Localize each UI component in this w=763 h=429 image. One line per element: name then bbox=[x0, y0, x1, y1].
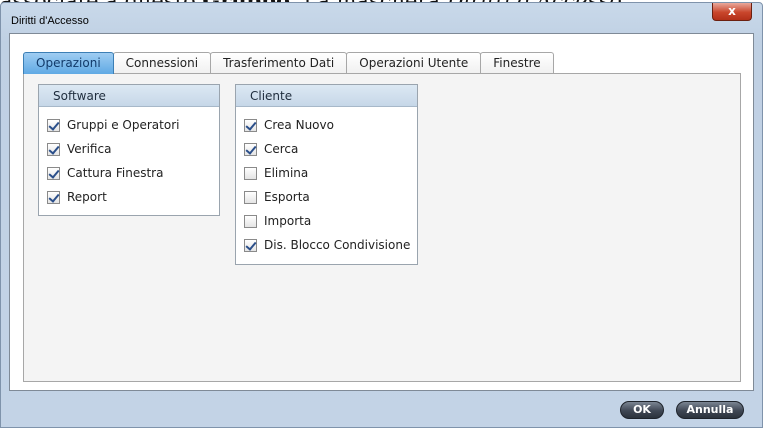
close-icon: x bbox=[728, 4, 736, 18]
checkbox-label: Crea Nuovo bbox=[264, 118, 334, 132]
tab-bar: Operazioni Connessioni Trasferimento Dat… bbox=[23, 52, 554, 74]
checkbox-unchecked-icon[interactable] bbox=[244, 166, 257, 180]
software-checklist: Gruppi e Operatori Verifica Cattura Fine… bbox=[39, 107, 219, 209]
checkbox-dis-blocco-condivisione[interactable]: Dis. Blocco Condivisione bbox=[244, 233, 417, 257]
tab-panel-operazioni: Software Gruppi e Operatori Verifica Cat… bbox=[23, 73, 741, 382]
checkbox-label: Dis. Blocco Condivisione bbox=[264, 238, 411, 252]
cliente-checklist: Crea Nuovo Cerca Elimina Esporta Importa… bbox=[236, 107, 417, 257]
checkbox-gruppi-e-operatori[interactable]: Gruppi e Operatori bbox=[47, 113, 219, 137]
checkbox-esporta[interactable]: Esporta bbox=[244, 185, 417, 209]
checkbox-label: Importa bbox=[264, 214, 312, 228]
tab-connessioni[interactable]: Connessioni bbox=[112, 52, 212, 74]
dialog-content: Operazioni Connessioni Trasferimento Dat… bbox=[9, 33, 754, 391]
group-cliente: Cliente Crea Nuovo Cerca Elimina Esporta… bbox=[235, 84, 418, 265]
ok-button[interactable]: OK bbox=[620, 401, 664, 419]
checkbox-checked-icon[interactable] bbox=[244, 142, 257, 156]
checkbox-label: Cerca bbox=[264, 142, 299, 156]
group-cliente-title: Cliente bbox=[236, 85, 417, 107]
tab-operazioni-utente[interactable]: Operazioni Utente bbox=[346, 52, 482, 74]
checkbox-elimina[interactable]: Elimina bbox=[244, 161, 417, 185]
title-bar[interactable]: Diritti d'Accesso x bbox=[1, 3, 762, 33]
checkbox-checked-icon[interactable] bbox=[47, 142, 60, 156]
checkbox-crea-nuovo[interactable]: Crea Nuovo bbox=[244, 113, 417, 137]
checkbox-label: Report bbox=[67, 190, 107, 204]
close-button[interactable]: x bbox=[712, 3, 752, 21]
tab-operazioni[interactable]: Operazioni bbox=[23, 52, 114, 74]
checkbox-checked-icon[interactable] bbox=[47, 118, 60, 132]
checkbox-unchecked-icon[interactable] bbox=[244, 214, 257, 228]
checkbox-importa[interactable]: Importa bbox=[244, 209, 417, 233]
checkbox-checked-icon[interactable] bbox=[244, 118, 257, 132]
checkbox-checked-icon[interactable] bbox=[47, 166, 60, 180]
checkbox-verifica[interactable]: Verifica bbox=[47, 137, 219, 161]
checkbox-label: Gruppi e Operatori bbox=[67, 118, 180, 132]
checkbox-checked-icon[interactable] bbox=[47, 190, 60, 204]
dialog-button-bar: OK Annulla bbox=[1, 393, 762, 429]
checkbox-label: Verifica bbox=[67, 142, 112, 156]
checkbox-label: Cattura Finestra bbox=[67, 166, 164, 180]
tab-finestre[interactable]: Finestre bbox=[480, 52, 554, 74]
checkbox-cattura-finestra[interactable]: Cattura Finestra bbox=[47, 161, 219, 185]
dialog-window: Diritti d'Accesso x Operazioni Connessio… bbox=[0, 2, 763, 428]
checkbox-label: Elimina bbox=[264, 166, 309, 180]
group-software: Software Gruppi e Operatori Verifica Cat… bbox=[38, 84, 220, 216]
checkbox-label: Esporta bbox=[264, 190, 310, 204]
checkbox-report[interactable]: Report bbox=[47, 185, 219, 209]
checkbox-unchecked-icon[interactable] bbox=[244, 190, 257, 204]
group-software-title: Software bbox=[39, 85, 219, 107]
checkbox-cerca[interactable]: Cerca bbox=[244, 137, 417, 161]
checkbox-checked-icon[interactable] bbox=[244, 238, 257, 252]
window-title: Diritti d'Accesso bbox=[11, 15, 89, 27]
cancel-button[interactable]: Annulla bbox=[676, 401, 744, 419]
tab-trasferimento-dati[interactable]: Trasferimento Dati bbox=[210, 52, 348, 74]
